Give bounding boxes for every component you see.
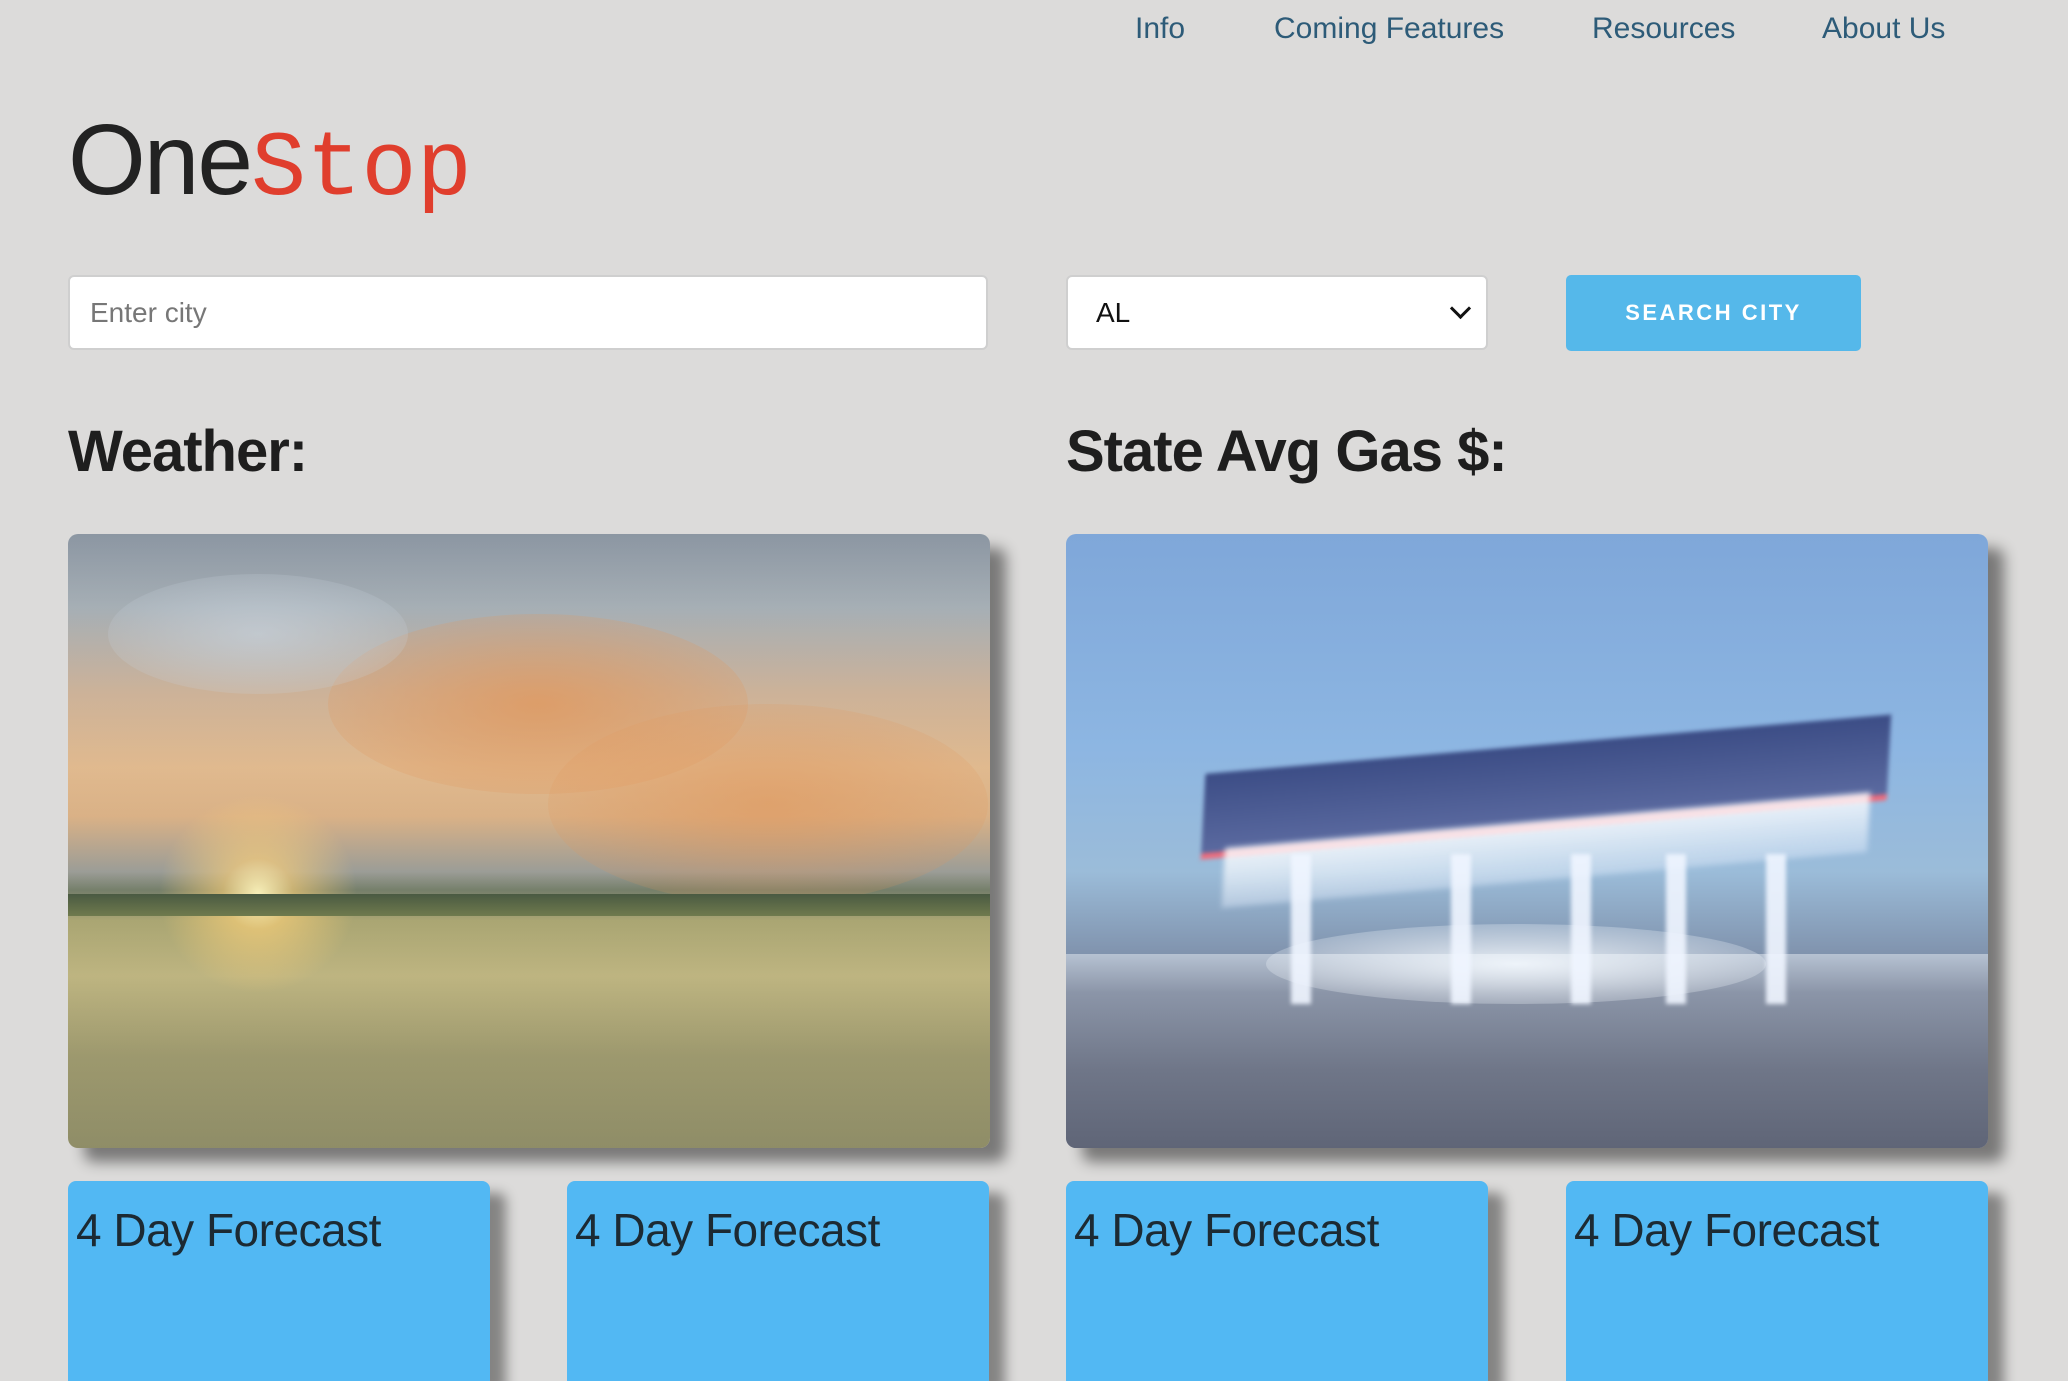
forecast-card: 4 Day Forecast bbox=[567, 1181, 989, 1381]
onestop-logo: OneStop bbox=[68, 110, 472, 216]
state-select-value: AL bbox=[1096, 297, 1131, 328]
forecast-card-title: 4 Day Forecast bbox=[575, 1204, 880, 1256]
forecast-card-title: 4 Day Forecast bbox=[76, 1204, 381, 1256]
forecast-card: 4 Day Forecast bbox=[1066, 1181, 1488, 1381]
forecast-card: 4 Day Forecast bbox=[68, 1181, 490, 1381]
chevron-down-icon bbox=[1449, 297, 1472, 320]
city-search-input[interactable] bbox=[68, 275, 988, 350]
weather-title: Weather: bbox=[68, 419, 308, 484]
logo-part-stop: Stop bbox=[251, 117, 472, 222]
logo-part-one: One bbox=[68, 104, 253, 216]
gas-price-title: State Avg Gas $: bbox=[1066, 419, 1508, 484]
forecast-card-title: 4 Day Forecast bbox=[1074, 1204, 1379, 1256]
gas-station-image bbox=[1066, 534, 1988, 1148]
nav-coming-features-link[interactable]: Coming Features bbox=[1274, 12, 1504, 46]
forecast-card: 4 Day Forecast bbox=[1566, 1181, 1988, 1381]
forecast-card-title: 4 Day Forecast bbox=[1574, 1204, 1879, 1256]
nav-resources-link[interactable]: Resources bbox=[1592, 12, 1735, 46]
state-select[interactable]: AL bbox=[1066, 275, 1488, 350]
nav-about-us-link[interactable]: About Us bbox=[1822, 12, 1945, 46]
search-city-button[interactable]: Search City bbox=[1566, 275, 1861, 351]
top-nav: Info Coming Features Resources About Us bbox=[1100, 12, 2068, 52]
nav-info-link[interactable]: Info bbox=[1135, 12, 1185, 46]
weather-sunset-field-image bbox=[68, 534, 990, 1148]
